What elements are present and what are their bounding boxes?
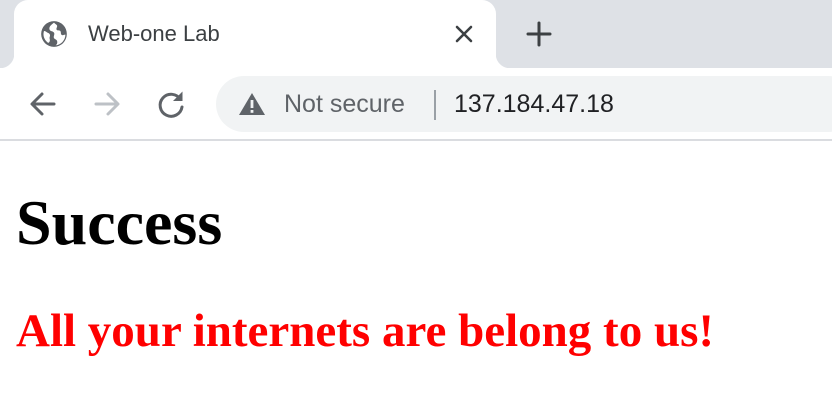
active-tab[interactable]: Web-one Lab <box>0 0 510 68</box>
reload-icon[interactable] <box>155 88 187 120</box>
tab-title: Web-one Lab <box>88 21 220 46</box>
close-icon[interactable] <box>452 22 476 46</box>
tab-strip: Web-one Lab <box>0 0 832 68</box>
browser-toolbar: Not secure 137.184.47.18 <box>0 68 832 141</box>
warning-icon[interactable] <box>238 91 266 117</box>
not-secure-label[interactable]: Not secure <box>284 89 405 119</box>
page-content: Success All your internets are belong to… <box>0 143 832 408</box>
address-bar[interactable]: Not secure 137.184.47.18 <box>216 76 832 132</box>
url-text[interactable]: 137.184.47.18 <box>454 89 614 119</box>
back-arrow-icon[interactable] <box>27 88 59 120</box>
globe-icon <box>41 21 67 47</box>
plus-icon[interactable] <box>524 19 554 49</box>
page-message: All your internets are belong to us! <box>16 305 715 357</box>
omnibox-divider <box>434 90 436 120</box>
page-heading: Success <box>16 187 223 258</box>
forward-arrow-icon[interactable] <box>91 88 123 120</box>
